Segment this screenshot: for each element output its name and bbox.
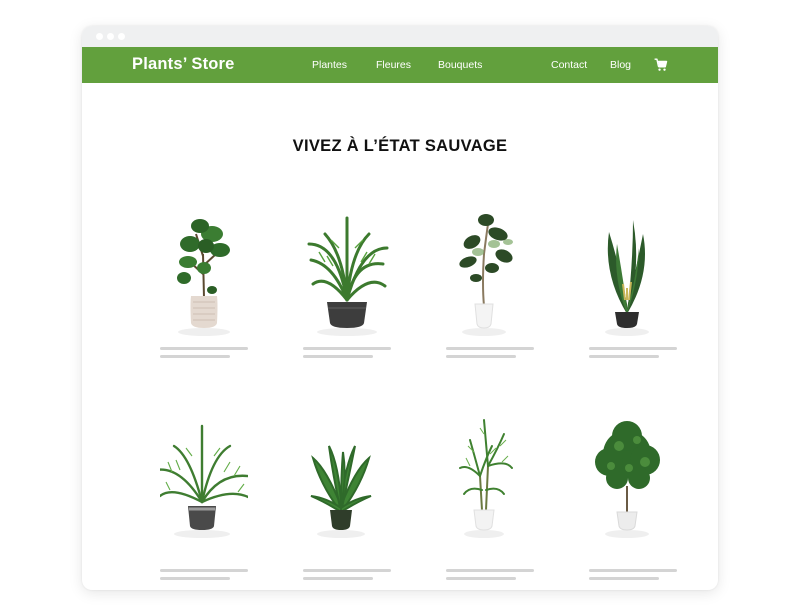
- product-title-placeholder: [160, 569, 248, 572]
- site-navbar: Plants’ Store Plantes Fleures Bouquets C…: [82, 47, 718, 83]
- product-title-placeholder: [160, 347, 248, 350]
- site-logo[interactable]: Plants’ Store: [132, 55, 235, 74]
- kentia-palm-plant-icon: [459, 419, 513, 538]
- nav-link-fleures[interactable]: Fleures: [376, 59, 411, 71]
- product-title-placeholder: [303, 569, 391, 572]
- product-price-placeholder: [303, 577, 373, 580]
- product-price-placeholder: [160, 355, 230, 358]
- cart-icon[interactable]: [654, 58, 668, 72]
- product-price-placeholder: [446, 577, 516, 580]
- nav-link-contact[interactable]: Contact: [551, 59, 587, 71]
- areca-palm-plant-icon: [160, 424, 248, 538]
- product-price-placeholder: [446, 355, 516, 358]
- window-control-dot[interactable]: [96, 33, 103, 40]
- product-price-placeholder: [589, 577, 659, 580]
- strelitzia-plant-icon: [310, 445, 372, 538]
- product-card[interactable]: [303, 406, 391, 580]
- product-price-placeholder: [303, 355, 373, 358]
- nav-link-blog[interactable]: Blog: [610, 59, 631, 71]
- product-title-placeholder: [446, 347, 534, 350]
- product-price-placeholder: [160, 577, 230, 580]
- bird-of-paradise-plant-icon: [605, 220, 649, 336]
- product-title-placeholder: [589, 569, 677, 572]
- fiddle-leaf-fig-plant-icon: [177, 219, 230, 336]
- product-price-placeholder: [589, 355, 659, 358]
- product-title-placeholder: [303, 347, 391, 350]
- product-title-placeholder: [446, 569, 534, 572]
- product-card[interactable]: [160, 406, 248, 580]
- palm-plant-icon: [307, 216, 389, 336]
- ficus-tree-plant-icon: [595, 421, 660, 538]
- product-card[interactable]: [589, 406, 677, 580]
- browser-window: Plants’ Store Plantes Fleures Bouquets C…: [82, 26, 718, 590]
- window-control-dot[interactable]: [107, 33, 114, 40]
- rubber-plant-icon: [459, 214, 513, 336]
- product-card[interactable]: [160, 204, 248, 364]
- nav-link-plantes[interactable]: Plantes: [312, 59, 347, 71]
- nav-link-bouquets[interactable]: Bouquets: [438, 59, 482, 71]
- window-control-dot[interactable]: [118, 33, 125, 40]
- window-titlebar: [82, 26, 718, 47]
- page-headline: VIVEZ À L’ÉTAT SAUVAGE: [292, 137, 508, 155]
- product-title-placeholder: [589, 347, 677, 350]
- product-card[interactable]: [589, 204, 677, 364]
- product-card[interactable]: [446, 204, 534, 364]
- product-card[interactable]: [446, 406, 534, 580]
- product-card[interactable]: [303, 204, 391, 364]
